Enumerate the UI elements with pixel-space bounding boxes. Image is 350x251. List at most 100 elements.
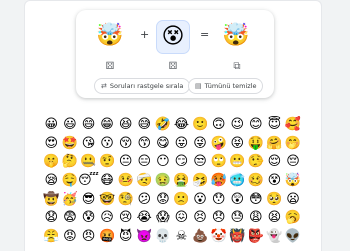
emoji-grid-item[interactable]: 🤤 [61,171,80,190]
emoji-grid-item[interactable]: 😆 [116,115,135,134]
emoji-grid-item[interactable]: 😴 [78,171,99,190]
emoji-grid-item[interactable]: 🥵 [209,171,228,190]
emoji-grid-item[interactable]: 😳 [247,190,266,209]
emoji-grid-item[interactable]: 😫 [265,208,284,227]
emoji-grid-item[interactable]: 🥰 [284,115,303,134]
emoji-grid-item[interactable]: 🤑 [247,134,266,153]
emoji-grid-item[interactable]: 🤐 [79,152,98,171]
emoji-grid-item[interactable]: 😅 [135,115,154,134]
emoji-grid-item[interactable]: 🤯 [284,171,303,190]
emoji-grid-item[interactable]: 🤒 [116,171,135,190]
emoji-grid-item[interactable]: 😛 [172,134,191,153]
emoji-grid-item[interactable]: 👽 [284,227,303,246]
emoji-grid-item[interactable]: 👿 [135,227,154,246]
emoji-grid-item[interactable]: 😎 [79,190,98,209]
emoji-grid-item[interactable]: 😓 [228,208,247,227]
emoji-grid-item[interactable]: 🤓 [98,190,117,209]
emoji-grid-item[interactable]: 🤨 [98,152,117,171]
emoji-grid-item[interactable]: 😲 [228,190,247,209]
emoji-grid-item[interactable]: 🤧 [191,171,210,190]
emoji-grid-item[interactable]: 😞 [209,208,228,227]
emoji-grid-item[interactable]: 🙃 [209,115,228,134]
randomize-middle-dice-icon[interactable]: ⚄ [167,60,179,72]
emoji-grid-item[interactable]: 😗 [98,134,117,153]
emoji-grid-item[interactable]: 😟 [154,190,173,209]
emoji-grid-item[interactable]: 👺 [247,227,266,246]
emoji-grid-item[interactable]: 🤮 [172,171,191,190]
emoji-grid-item[interactable]: 💩 [191,227,210,246]
shuffle-button[interactable]: ⇄ Soruları rastgele sırala [94,78,191,94]
emoji-grid-item[interactable]: 🤡 [209,227,228,246]
emoji-grid-item[interactable]: 😉 [228,115,247,134]
emoji-grid-item[interactable]: 🧐 [116,190,135,209]
copy-result-icon[interactable]: ⧉ [231,60,243,72]
emoji-grid-item[interactable]: 🤢 [154,171,173,190]
emoji-grid-item[interactable]: 🙂 [191,115,210,134]
emoji-grid-item[interactable]: 😪 [42,171,61,190]
emoji-grid-item[interactable]: 😄 [79,115,98,134]
emoji-grid-item[interactable]: 🤥 [247,152,266,171]
emoji-grid-item[interactable]: 🥶 [228,171,247,190]
emoji-grid-item[interactable]: 🤠 [42,190,61,209]
emoji-grid-item[interactable]: 😤 [42,227,61,246]
emoji-grid-item[interactable]: 🤣 [154,115,173,134]
emoji-grid-item[interactable]: 😨 [61,208,80,227]
emoji-grid-item[interactable]: 😃 [61,115,80,134]
emoji-grid-item[interactable]: 😋 [154,134,173,153]
emoji-grid-item[interactable]: 😧 [42,208,61,227]
emoji-grid-item[interactable]: 😠 [79,227,98,246]
emoji-grid-item[interactable]: 🥳 [61,190,80,209]
emoji-grid-item[interactable]: 😘 [79,134,98,153]
emoji-grid-item[interactable]: 😁 [98,115,117,134]
emoji-grid-item[interactable]: 😊 [247,115,266,134]
emoji-grid-item[interactable]: 🤪 [209,134,228,153]
emoji-grid-item[interactable]: 😜 [191,134,210,153]
emoji-grid-item[interactable]: 💀 [154,227,173,246]
emoji-grid-item[interactable]: 😏 [172,152,191,171]
emoji-grid-item[interactable]: 😂 [172,115,191,134]
emoji-grid-item[interactable]: 😯 [209,190,228,209]
emoji-grid-item[interactable]: 😔 [284,152,303,171]
emoji-grid-item[interactable]: 😝 [228,134,247,153]
emoji-grid-item[interactable]: 👹 [228,227,247,246]
emoji-grid-item[interactable]: 🤔 [61,152,80,171]
emoji-grid-item[interactable]: 😍 [42,134,61,153]
emoji-grid-item[interactable]: 😬 [228,152,247,171]
emoji-grid-item[interactable]: 🤕 [135,171,154,190]
emoji-grid-item[interactable]: 😱 [154,208,173,227]
emoji-grid-item[interactable]: 🥴 [247,171,266,190]
middle-emoji-slot[interactable]: 😵 [156,20,190,54]
emoji-grid-item[interactable]: 😒 [191,152,210,171]
emoji-grid-item[interactable]: 😡 [61,227,80,246]
emoji-grid-item[interactable]: 😙 [135,134,154,153]
emoji-grid-item[interactable]: 🤩 [61,134,80,153]
emoji-grid-item[interactable]: 🙄 [209,152,228,171]
emoji-grid-item[interactable]: 😀 [42,115,61,134]
emoji-grid-item[interactable]: 🤬 [98,227,117,246]
emoji-grid-item[interactable]: 😰 [79,208,98,227]
emoji-grid-item[interactable]: 🙁 [172,190,191,209]
emoji-grid-item[interactable]: 🥱 [284,208,303,227]
emoji-grid-item[interactable]: 👻 [265,227,284,246]
emoji-grid-item[interactable]: 😥 [98,208,117,227]
emoji-grid-item[interactable]: 😕 [135,190,154,209]
emoji-grid-item[interactable]: 😮 [191,190,210,209]
emoji-grid-item[interactable]: 😐 [116,152,135,171]
left-emoji-slot[interactable]: 🤯 [94,20,126,52]
emoji-grid-item[interactable]: 🤭 [284,134,303,153]
emoji-grid-item[interactable]: 😵 [265,171,284,190]
emoji-grid-item[interactable]: 😣 [191,208,210,227]
emoji-grid-item[interactable]: 😚 [116,134,135,153]
emoji-grid-item[interactable]: 😇 [265,115,284,134]
clear-all-button[interactable]: ▤ Tümünü temizle [188,78,264,94]
emoji-grid-item[interactable]: 🥺 [265,190,284,209]
emoji-grid-item[interactable]: 😑 [135,152,154,171]
emoji-grid-item[interactable]: 😢 [116,208,135,227]
emoji-grid-item[interactable]: ☠ [172,227,191,246]
emoji-grid-item[interactable]: 🤫 [42,152,61,171]
emoji-grid-item[interactable]: 😩 [247,208,266,227]
emoji-grid-item[interactable]: 😦 [284,190,303,209]
emoji-grid-item[interactable]: 😌 [265,152,284,171]
emoji-grid-item[interactable]: 🤗 [265,134,284,153]
emoji-grid-item[interactable]: 😷 [98,171,117,190]
